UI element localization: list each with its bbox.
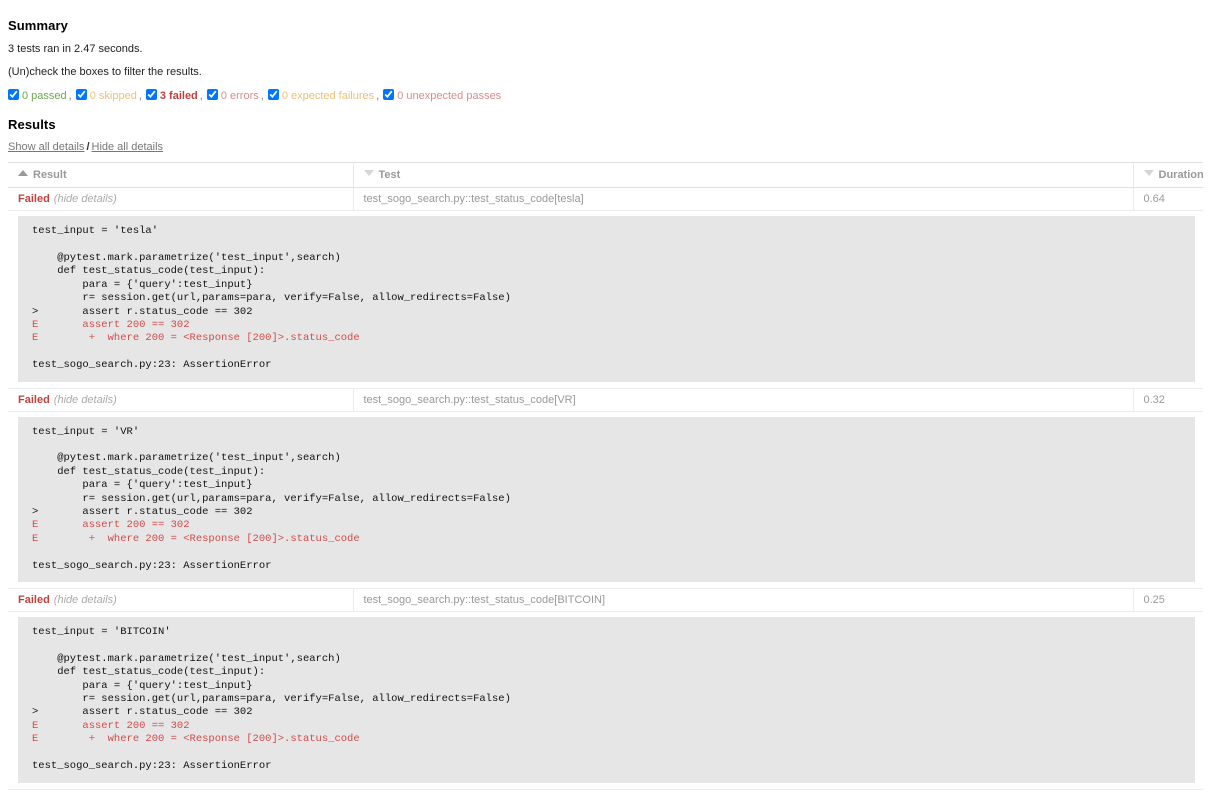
log-row: test_input = 'BITCOIN' @pytest.mark.para… xyxy=(8,611,1203,790)
filter-separator: , xyxy=(260,90,264,102)
filter-skipped[interactable]: 0 skipped xyxy=(75,89,137,103)
filter-hint-line: (Un)check the boxes to filter the result… xyxy=(8,66,202,78)
results-table-body: Failed (hide details) test_sogo_search.py:… xyxy=(8,187,1203,790)
sort-descending-icon xyxy=(1143,170,1154,177)
failure-traceback: test_input = 'BITCOIN' @pytest.mark.para… xyxy=(18,617,1195,784)
tests-run-line: 3 tests ran in 2.47 seconds. xyxy=(8,43,143,55)
status-badge: Failed xyxy=(18,193,50,206)
table-header-row: Result Test Duration xyxy=(8,162,1204,189)
filter-checkbox-error[interactable] xyxy=(206,89,218,101)
failure-traceback: test_input = 'tesla' @pytest.mark.parame… xyxy=(18,216,1195,383)
filter-separator: , xyxy=(376,90,380,102)
filter-label-skipped: 0 skipped xyxy=(89,90,137,103)
failure-traceback: test_input = 'VR' @pytest.mark.parametri… xyxy=(18,416,1195,584)
log-cell: test_input = 'BITCOIN' @pytest.mark.para… xyxy=(8,611,1203,790)
filter-checkbox-skipped[interactable] xyxy=(75,89,87,101)
results-heading: Results xyxy=(8,117,56,133)
results-table: Result Test Duration Failed (hide details… xyxy=(8,162,1204,790)
cell-duration: 0.32 xyxy=(1133,388,1203,412)
filter-xpassed[interactable]: 0 unexpected passes xyxy=(383,89,501,103)
cell-duration: 0.25 xyxy=(1133,588,1203,613)
log-cell: test_input = 'tesla' @pytest.mark.parame… xyxy=(8,210,1203,389)
cell-result[interactable]: Failed (hide details) xyxy=(8,187,354,212)
report-page: Summary 3 tests ran in 2.47 seconds. (Un… xyxy=(0,0,1211,790)
show-all-details-link[interactable]: Show all details xyxy=(8,141,84,153)
filter-checkbox-passed[interactable] xyxy=(8,89,19,101)
filter-separator: , xyxy=(68,90,72,102)
table-row[interactable]: Failed (hide details) test_sogo_search.py:… xyxy=(8,588,1203,613)
filter-label-xpassed: 0 unexpected passes xyxy=(397,90,502,103)
sort-ascending-icon xyxy=(18,170,28,177)
filter-error[interactable]: 0 errors xyxy=(206,89,259,103)
result-filter-checkboxes[interactable]: 0 passed, 0 skipped, 3 failed, 0 errors, 0 e… xyxy=(8,89,1203,103)
column-header-test-label: Test xyxy=(378,169,401,182)
filter-separator: , xyxy=(138,90,142,102)
column-header-result[interactable]: Result xyxy=(8,162,354,189)
filter-label-passed: 0 passed xyxy=(22,90,67,103)
links-separator: / xyxy=(86,141,90,154)
filter-checkbox-xfailed[interactable] xyxy=(267,89,279,101)
column-header-test[interactable]: Test xyxy=(353,162,1134,189)
filter-label-error: 0 errors xyxy=(220,90,259,103)
table-row[interactable]: Failed (hide details) test_sogo_search.py:… xyxy=(8,187,1203,212)
table-row[interactable]: Failed (hide details) test_sogo_search.py:… xyxy=(8,388,1203,412)
filter-xfailed[interactable]: 0 expected failures xyxy=(267,89,375,103)
filter-label-xfailed: 0 expected failures xyxy=(281,90,375,103)
log-row: test_input = 'VR' @pytest.mark.parametri… xyxy=(8,411,1203,590)
filter-checkbox-failed[interactable] xyxy=(145,89,157,101)
column-header-duration[interactable]: Duration xyxy=(1133,162,1204,189)
filter-passed[interactable]: 0 passed xyxy=(8,89,67,103)
cell-test-name: test_sogo_search.py::test_status_code[VR… xyxy=(353,388,1134,412)
log-cell: test_input = 'VR' @pytest.mark.parametri… xyxy=(8,411,1203,590)
toggle-details-link[interactable]: (hide details) xyxy=(54,594,117,606)
summary-heading: Summary xyxy=(8,18,68,33)
toggle-details-link[interactable]: (hide details) xyxy=(54,394,117,406)
cell-result[interactable]: Failed (hide details) xyxy=(8,388,354,412)
column-header-duration-label: Duration xyxy=(1158,169,1204,182)
column-header-result-label: Result xyxy=(33,169,67,182)
filter-failed[interactable]: 3 failed xyxy=(145,89,198,103)
sort-descending-icon xyxy=(363,170,374,177)
cell-duration: 0.64 xyxy=(1133,187,1203,212)
status-badge: Failed xyxy=(18,594,50,607)
filter-label-failed: 3 failed xyxy=(159,90,198,103)
filter-checkbox-xpassed[interactable] xyxy=(383,89,395,101)
filter-separator: , xyxy=(199,90,203,102)
log-row: test_input = 'tesla' @pytest.mark.parame… xyxy=(8,210,1203,389)
cell-test-name: test_sogo_search.py::test_status_code[BI… xyxy=(353,588,1134,613)
toggle-details-link[interactable]: (hide details) xyxy=(54,193,117,205)
hide-all-details-link[interactable]: Hide all details xyxy=(92,141,164,153)
cell-test-name: test_sogo_search.py::test_status_code[te… xyxy=(353,187,1134,212)
results-table-head: Result Test Duration xyxy=(8,162,1204,189)
status-badge: Failed xyxy=(18,393,50,406)
details-toggle-links[interactable]: Show all details / Hide all details xyxy=(8,141,1203,153)
cell-result[interactable]: Failed (hide details) xyxy=(8,588,354,613)
